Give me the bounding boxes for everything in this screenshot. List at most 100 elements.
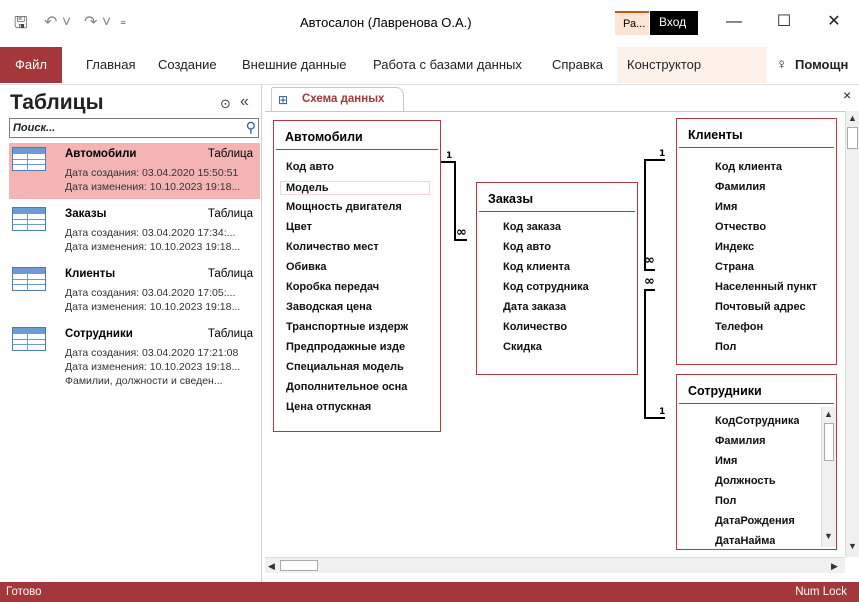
scroll-down-icon[interactable]: ▼	[848, 541, 857, 551]
field-row[interactable]: 🔑Код заказа	[503, 221, 561, 233]
field-row[interactable]: Код клиента	[503, 261, 570, 273]
scroll-down-icon[interactable]: ▼	[824, 531, 833, 541]
relationships-canvas[interactable]: 1 ∞ 1 ∞ ∞ 1 Автомобили 🔑Код авто Модель …	[265, 111, 845, 557]
field-row[interactable]: Пол	[715, 495, 736, 507]
field-row[interactable]: Скидка	[503, 341, 542, 353]
tab-home[interactable]: Главная	[86, 47, 135, 83]
field-row[interactable]: Населенный пункт	[715, 281, 817, 293]
relation-table-employees[interactable]: Сотрудники 🔑КодСотрудника Фамилия Имя До…	[676, 374, 837, 550]
save-icon[interactable]: 🖫	[14, 12, 28, 39]
field-row[interactable]: Коробка передач	[286, 281, 438, 293]
lightbulb-icon[interactable]: ♀	[776, 47, 787, 83]
canvas-horizontal-scrollbar[interactable]: ◀ ▶	[265, 557, 845, 573]
tell-me-search[interactable]: Помощн	[795, 47, 848, 83]
nav-item-orders[interactable]: Заказы Таблица Дата создания: 03.04.2020…	[9, 203, 260, 259]
nav-item-employees[interactable]: Сотрудники Таблица Дата создания: 03.04.…	[9, 323, 260, 395]
field-row[interactable]: Страна	[715, 261, 754, 273]
nav-item-description: Фамилии, должности и сведен...	[65, 375, 223, 387]
nav-item-modified: Дата изменения: 10.10.2023 19:18...	[65, 181, 241, 193]
tab-create[interactable]: Создание	[158, 47, 217, 83]
tab-relationships[interactable]: ⊞ Схема данных	[271, 87, 404, 111]
field-row[interactable]: Код авто	[503, 241, 551, 253]
close-icon[interactable]: ×	[843, 87, 851, 103]
relation-table-clients[interactable]: Клиенты 🔑Код клиента Фамилия Имя Отчеств…	[676, 118, 837, 365]
relation-table-title[interactable]: Автомобили	[285, 130, 363, 144]
search-input[interactable]	[10, 119, 238, 137]
nav-item-kind: Таблица	[207, 328, 253, 340]
relation-table-title[interactable]: Сотрудники	[688, 384, 762, 398]
tab-help[interactable]: Справка	[552, 47, 603, 83]
scroll-thumb[interactable]	[847, 127, 858, 149]
field-row[interactable]: Телефон	[715, 321, 763, 333]
relation-table-title[interactable]: Клиенты	[688, 128, 743, 142]
chevron-down-icon[interactable]: ⊙	[220, 96, 231, 112]
field-row[interactable]: Заводская цена	[286, 301, 438, 313]
scroll-thumb[interactable]	[280, 560, 318, 571]
field-row[interactable]: Количество	[503, 321, 567, 333]
undo-icon[interactable]: ↶ ˅	[44, 12, 71, 32]
field-row-selected[interactable]: Модель	[280, 181, 430, 195]
window-title: Автосалон (Лавренова О.А.)	[300, 15, 472, 30]
nav-item-created: Дата создания: 03.04.2020 17:34:...	[65, 227, 236, 239]
field-row[interactable]: Цвет	[286, 221, 438, 233]
field-row[interactable]: Транспортные издерж	[286, 321, 440, 333]
relation-table-cars[interactable]: Автомобили 🔑Код авто Модель Мощность дви…	[273, 120, 441, 432]
field-row[interactable]: Должность	[715, 475, 776, 487]
search-icon[interactable]: ⚲	[246, 119, 256, 136]
field-row[interactable]: Количество мест	[286, 241, 438, 253]
nav-item-clients[interactable]: Клиенты Таблица Дата создания: 03.04.202…	[9, 263, 260, 319]
scroll-up-icon[interactable]: ▲	[824, 409, 833, 419]
relation-table-orders[interactable]: Заказы 🔑Код заказа Код авто Код клиента …	[476, 182, 638, 375]
table-icon	[12, 207, 46, 231]
field-row[interactable]: Дополнительное осна	[286, 381, 440, 393]
tab-designer[interactable]: Конструктор	[617, 47, 767, 83]
field-row[interactable]: Фамилия	[715, 181, 766, 193]
field-row[interactable]: Пол	[715, 341, 736, 353]
field-row[interactable]: Отчество	[715, 221, 766, 233]
field-row[interactable]: 🔑КодСотрудника	[715, 415, 799, 427]
field-row[interactable]: Имя	[715, 201, 737, 213]
redo-icon[interactable]: ↷ ˅	[84, 12, 111, 32]
scroll-right-icon[interactable]: ▶	[831, 561, 838, 572]
field-row[interactable]: Почтовый адрес	[715, 301, 806, 313]
signin-button[interactable]: Вход	[650, 11, 698, 35]
maximize-button[interactable]: ☐	[764, 8, 804, 36]
field-row[interactable]: Цена отпускная	[286, 401, 440, 413]
relation-table-title[interactable]: Заказы	[488, 192, 533, 206]
field-row[interactable]: ДатаРождения	[715, 515, 795, 527]
canvas-vertical-scrollbar[interactable]: ▲ ▼	[845, 111, 859, 557]
customize-toolbar-icon[interactable]: ₌	[120, 14, 126, 28]
nav-pane-title[interactable]: Таблицы	[10, 91, 104, 115]
scroll-thumb[interactable]	[824, 423, 834, 461]
collapse-pane-icon[interactable]: «	[240, 93, 249, 111]
tab-label: Схема данных	[302, 93, 385, 105]
nav-item-cars[interactable]: Автомобили Таблица Дата создания: 03.04.…	[9, 143, 260, 199]
table-scrollbar[interactable]: ▲ ▼	[821, 407, 836, 547]
tab-external-data[interactable]: Внешние данные	[242, 47, 347, 83]
field-row[interactable]: 🔑Код клиента	[715, 161, 782, 173]
context-tab-indicator[interactable]: Ра...	[615, 11, 649, 35]
scroll-left-icon[interactable]: ◀	[268, 561, 275, 572]
minimize-button[interactable]: —	[714, 8, 754, 36]
nav-item-name: Клиенты	[65, 268, 116, 280]
close-button[interactable]: ✕	[814, 8, 854, 36]
field-row[interactable]: 🔑Код авто	[286, 161, 436, 173]
field-row[interactable]: Имя	[715, 455, 737, 467]
field-row[interactable]: Фамилия	[715, 435, 766, 447]
num-lock-indicator: Num Lock	[795, 586, 847, 598]
document-area: ⊞ Схема данных × 1 ∞ 1 ∞ ∞ 1 Автомобили	[265, 85, 859, 582]
field-row[interactable]: Мощность двигателя	[286, 201, 438, 213]
field-row[interactable]: Предпродажные изде	[286, 341, 440, 353]
nav-search-box[interactable]: ⚲	[9, 118, 259, 138]
tab-database-tools[interactable]: Работа с базами данных	[373, 47, 522, 83]
scroll-up-icon[interactable]: ▲	[848, 113, 857, 123]
table-icon	[12, 267, 46, 291]
field-row[interactable]: Индекс	[715, 241, 754, 253]
field-row[interactable]: Дата заказа	[503, 301, 566, 313]
field-row[interactable]: Код сотрудника	[503, 281, 589, 293]
field-row[interactable]: ДатаНайма	[715, 535, 775, 547]
field-row[interactable]: Специальная модель	[286, 361, 440, 373]
field-row[interactable]: Обивка	[286, 261, 438, 273]
tab-file[interactable]: Файл	[0, 47, 62, 83]
relation-label-many: ∞	[644, 253, 655, 268]
